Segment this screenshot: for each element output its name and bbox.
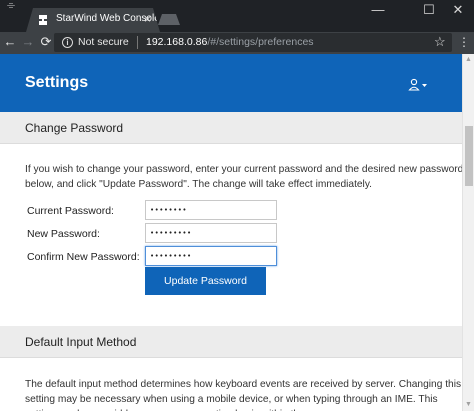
bookmark-star-icon[interactable]: ☆	[434, 34, 446, 50]
current-password-field[interactable]: ••••••••	[145, 200, 277, 220]
input-method-header: Default Input Method	[0, 326, 462, 358]
input-method-heading: Default Input Method	[25, 335, 137, 349]
address-bar[interactable]: i Not secure 192.168.0.86/#/settings/pre…	[54, 33, 452, 52]
browser-tab[interactable]: StarWind Web Console ×	[26, 8, 160, 32]
scroll-down-icon[interactable]: ▼	[465, 401, 472, 408]
back-icon[interactable]: ←	[2, 34, 18, 49]
maximize-icon[interactable]: ☐	[421, 2, 437, 18]
scroll-up-icon[interactable]: ▲	[465, 56, 472, 63]
current-password-label: Current Password:	[27, 205, 114, 217]
new-tab-button[interactable]	[158, 14, 180, 25]
not-secure-label[interactable]: Not secure	[78, 36, 129, 48]
url-separator	[137, 36, 138, 49]
reload-icon[interactable]: ⟳	[38, 34, 54, 50]
browser-app-menu-icon[interactable]: ⌯	[4, 1, 18, 18]
browser-menu-icon[interactable]: ⋮	[458, 35, 470, 49]
scroll-thumb[interactable]	[465, 126, 473, 186]
browser-tabstrip: ⌯ StarWind Web Console × — ☐ ✕	[0, 0, 474, 32]
browser-toolbar: ← → ⟳ i Not secure 192.168.0.86/#/settin…	[0, 32, 474, 54]
update-password-button[interactable]: Update Password	[145, 267, 266, 295]
tab-close-icon[interactable]: ×	[144, 12, 151, 26]
page-title: Settings	[25, 74, 89, 91]
forward-icon[interactable]: →	[20, 34, 36, 49]
change-password-heading: Change Password	[25, 121, 124, 135]
change-password-intro: If you wish to change your password, ent…	[25, 164, 464, 190]
info-icon[interactable]: i	[62, 37, 73, 48]
new-password-label: New Password:	[27, 228, 100, 240]
page-scrollbar[interactable]: ▲ ▼	[462, 54, 474, 411]
url-host: 192.168.0.86	[146, 36, 208, 48]
starwind-favicon-icon	[39, 15, 47, 25]
settings-header: Settings	[0, 54, 462, 112]
input-method-intro: The default input method determines how …	[25, 379, 462, 411]
url-path: /#/settings/preferences	[207, 36, 314, 48]
confirm-password-field[interactable]: •••••••••	[145, 246, 277, 266]
confirm-password-label: Confirm New Password:	[27, 251, 140, 263]
page-content: Settings Change Password If you wish to …	[0, 54, 474, 411]
user-menu-icon[interactable]	[408, 78, 430, 92]
window-close-icon[interactable]: ✕	[450, 2, 466, 18]
change-password-header: Change Password	[0, 112, 462, 144]
minimize-icon[interactable]: —	[370, 2, 386, 17]
new-password-field[interactable]: •••••••••	[145, 223, 277, 243]
url-text[interactable]: 192.168.0.86/#/settings/preferences	[146, 36, 314, 48]
